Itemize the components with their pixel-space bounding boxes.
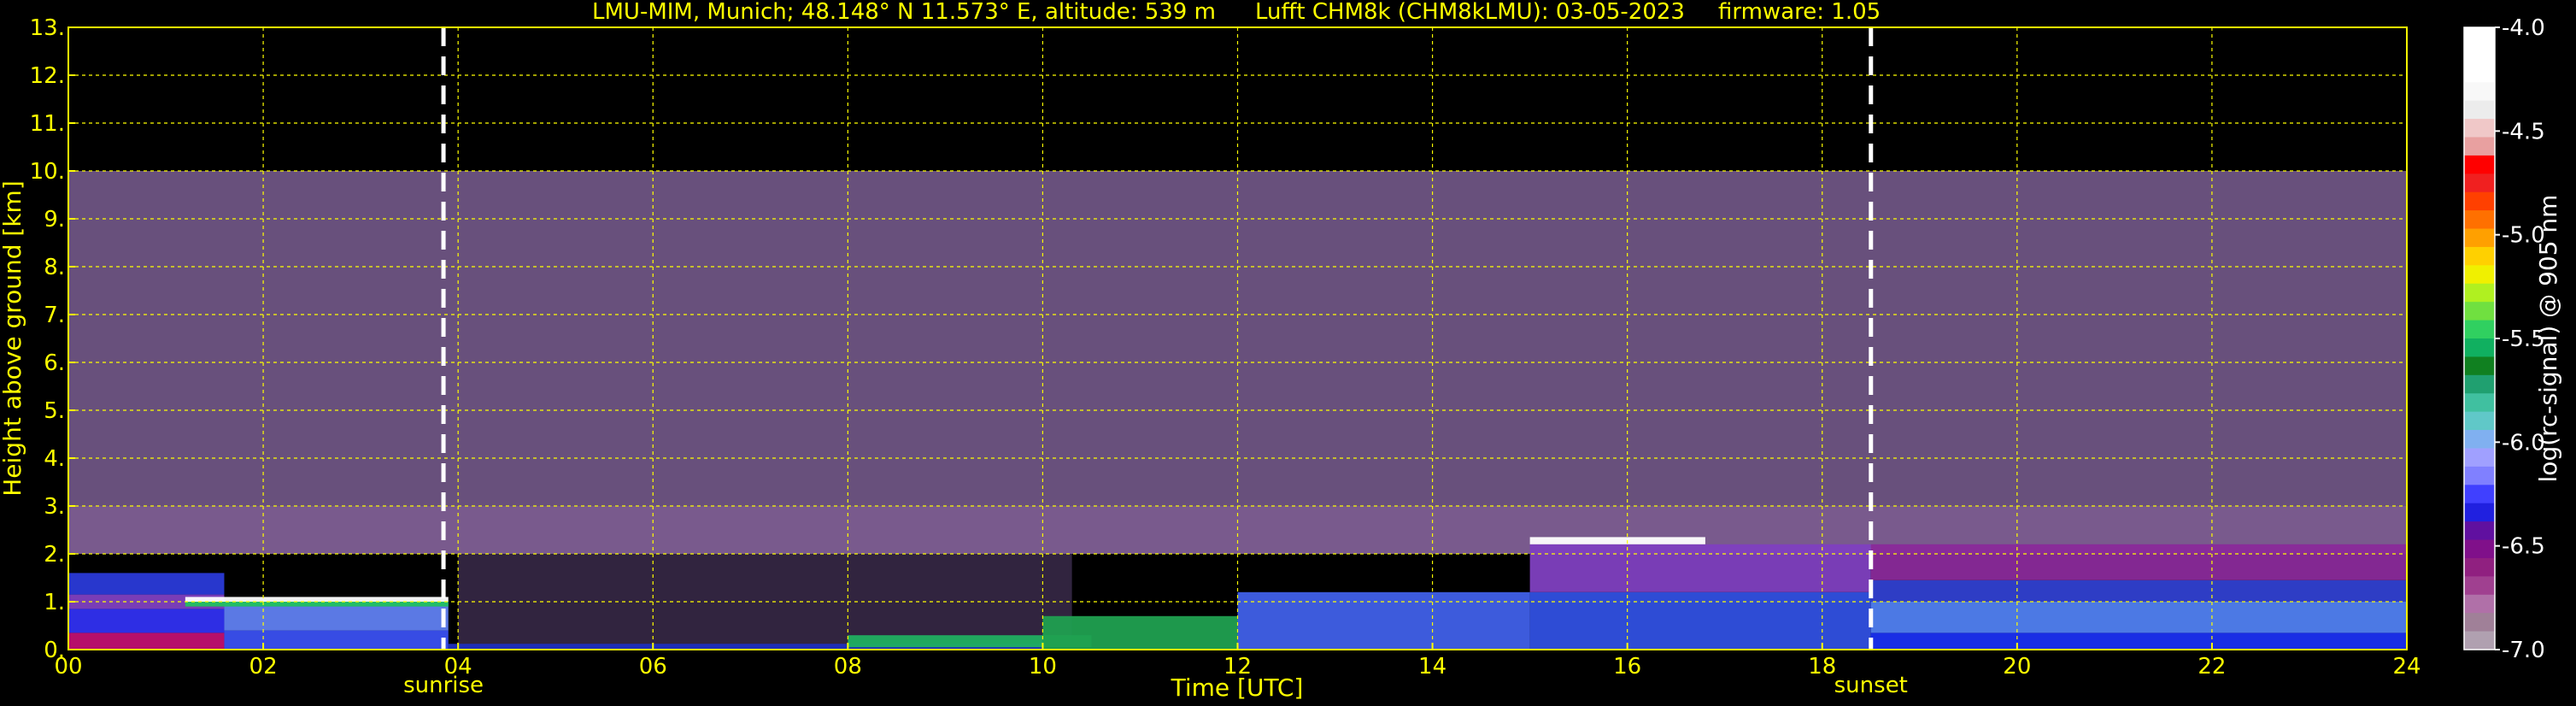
colorbar-segment-31	[2464, 594, 2495, 614]
chart-title-station: LMU-MIM, Munich; 48.148° N 11.573° E, al…	[592, 0, 1216, 25]
chart-title-instrument: Lufft CHM8k (CHM8kLMU): 03-05-2023	[1255, 0, 1685, 25]
y-tick-label-10: 10.	[30, 159, 65, 185]
colorbar-segment-2	[2464, 63, 2495, 83]
chart-title-firmware: firmware: 1.05	[1718, 0, 1881, 25]
aerosol-layer-6	[68, 573, 225, 595]
colorbar-segment-3	[2464, 82, 2495, 102]
aerosol-layer-14	[1237, 591, 1530, 650]
colorbar-segment-25	[2464, 485, 2495, 504]
colorbar-segment-19	[2464, 374, 2495, 394]
x-tick-label-3: 06	[639, 654, 667, 680]
x-tick-label-2: 04	[444, 654, 472, 680]
x-tick-label-4: 08	[834, 654, 862, 680]
x-tick-label-12: 24	[2392, 654, 2421, 680]
colorbar-segment-1	[2464, 45, 2495, 65]
y-tick-label-0: 0.	[44, 638, 65, 663]
y-tick-label-3: 3.	[44, 494, 65, 520]
colorbar-segment-22	[2464, 430, 2495, 449]
colorbar-tick-label-6: -7.0	[2502, 638, 2545, 663]
colorbar-segment-26	[2464, 503, 2495, 522]
colorbar-tick-label-0: -4.0	[2502, 15, 2545, 41]
noise-layer-2	[458, 554, 1072, 645]
y-tick-label-13: 13.	[30, 15, 65, 41]
x-tick-label-10: 20	[2003, 654, 2031, 680]
x-tick-label-1: 02	[249, 654, 278, 680]
colorbar-segment-33	[2464, 631, 2495, 650]
y-tick-label-2: 2.	[44, 542, 65, 568]
colorbar-segment-18	[2464, 356, 2495, 376]
aerosol-layer-17	[1529, 537, 1705, 544]
y-tick-label-5: 5.	[44, 398, 65, 424]
y-tick-label-9: 9.	[44, 207, 65, 232]
colorbar-segment-11	[2464, 228, 2495, 248]
aerosol-layer-18	[1870, 632, 2407, 650]
colorbar-label: log(rc-signal) @ 905 nm	[2534, 195, 2562, 483]
aerosol-layer-19	[1870, 602, 2407, 633]
colorbar-segment-7	[2464, 155, 2495, 174]
colorbar-segment-4	[2464, 100, 2495, 120]
aerosol-layer-9	[185, 602, 449, 607]
y-tick-label-4: 4.	[44, 446, 65, 472]
colorbar-segment-28	[2464, 539, 2495, 559]
aerosol-layer-10	[185, 597, 449, 602]
aerosol-layer-21	[1870, 544, 2407, 580]
colorbar-segment-0	[2464, 27, 2495, 46]
y-tick-label-12: 12.	[30, 63, 65, 89]
aerosol-layer-7	[224, 630, 449, 650]
colorbar-segment-6	[2464, 137, 2495, 156]
colorbar-segment-21	[2464, 411, 2495, 431]
x-tick-label-9: 18	[1808, 654, 1836, 680]
colorbar-segment-8	[2464, 174, 2495, 193]
aerosol-layer-3	[68, 632, 225, 650]
colorbar-segment-12	[2464, 246, 2495, 266]
colorbar-segment-14	[2464, 283, 2495, 303]
colorbar-segment-20	[2464, 393, 2495, 413]
y-axis-label: Height above ground [km]	[0, 180, 26, 497]
colorbar-segment-30	[2464, 576, 2495, 596]
x-tick-label-7: 14	[1418, 654, 1446, 680]
x-tick-label-8: 16	[1613, 654, 1641, 680]
plot-area: sunrise sunset	[67, 26, 2408, 698]
aerosol-layer-16	[1529, 544, 1871, 592]
colorbar-segment-29	[2464, 557, 2495, 577]
colorbar-segment-24	[2464, 466, 2495, 485]
y-tick-label-11: 11.	[30, 111, 65, 137]
colorbar-segment-16	[2464, 320, 2495, 339]
aerosol-layer-4	[68, 609, 225, 633]
colorbar-segment-27	[2464, 521, 2495, 541]
colorbar-segment-32	[2464, 613, 2495, 632]
colorbar-segment-13	[2464, 265, 2495, 285]
x-axis-label: Time [UTC]	[1171, 674, 1304, 702]
aerosol-layer-20	[1870, 580, 2407, 602]
aerosol-layer-13	[1042, 615, 1238, 650]
aerosol-layer-15	[1529, 591, 1871, 650]
colorbar-segment-23	[2464, 448, 2495, 468]
y-tick-label-7: 7.	[44, 303, 65, 328]
colorbar-tick-label-5: -6.5	[2502, 534, 2545, 560]
y-tick-label-1: 1.	[44, 590, 65, 615]
colorbar-segment-10	[2464, 210, 2495, 230]
x-tick-label-11: 22	[2198, 654, 2226, 680]
sunset-label: sunset	[1834, 673, 1908, 698]
y-tick-label-6: 6.	[44, 350, 65, 376]
colorbar-segment-15	[2464, 302, 2495, 321]
colorbar-segment-17	[2464, 338, 2495, 357]
colorbar-segment-5	[2464, 119, 2495, 138]
x-tick-label-5: 10	[1029, 654, 1057, 680]
colorbar-segment-9	[2464, 191, 2495, 211]
colorbar-tick-label-1: -4.5	[2502, 119, 2545, 144]
ceilometer-plot: LMU-MIM, Munich; 48.148° N 11.573° E, al…	[0, 0, 2576, 706]
y-tick-label-8: 8.	[44, 255, 65, 280]
